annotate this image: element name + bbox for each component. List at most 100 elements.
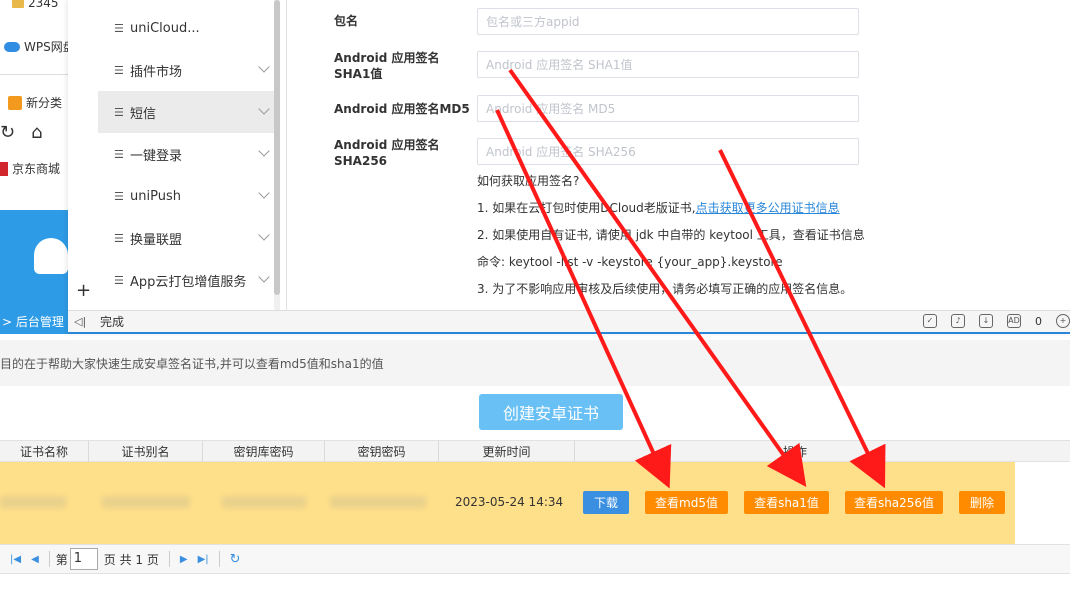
download-icon[interactable]: ↓ xyxy=(979,314,993,328)
help-step-1: 1. 如果在云打包时使用DCloud老版证书,点击获取更多公用证书信息 xyxy=(477,199,840,216)
pagination-bar: |◀ ◀ 第 1 页 共 1 页 ▶ ▶| ↻ xyxy=(0,544,1070,574)
download-button[interactable]: 下载 xyxy=(583,491,629,514)
list-icon: ☰ xyxy=(114,63,124,77)
cloud-icon xyxy=(34,238,68,274)
list-icon: ☰ xyxy=(114,231,124,245)
bg-item-label: 新分类 xyxy=(26,96,63,110)
category-icon xyxy=(8,95,22,110)
jd-icon xyxy=(0,161,8,176)
first-page-icon[interactable]: |◀ xyxy=(10,554,21,565)
blurred-key-password xyxy=(330,496,426,508)
background-desktop-strip: 2345 WPS网盘 新分类 ↻ ⌂ 京东商城 > 后台管理 xyxy=(0,0,75,334)
refresh-icon[interactable]: ↻ xyxy=(0,122,15,143)
breadcrumb: > 后台管理 xyxy=(0,306,68,334)
menu-item-label: 插件市场 xyxy=(130,64,183,80)
bg-item-label: 京东商城 xyxy=(12,162,61,176)
list-icon: ☰ xyxy=(114,147,124,161)
col-updated: 更新时间 xyxy=(438,441,574,463)
last-page-icon[interactable]: ▶| xyxy=(198,554,209,565)
sha256-input[interactable]: Android 应用签名 SHA256 xyxy=(477,138,859,165)
status-icons: ✓ ♪ ↓ AD 0 + xyxy=(923,314,1070,328)
next-page-icon[interactable]: ▶ xyxy=(180,554,188,565)
view-sha256-button[interactable]: 查看sha256值 xyxy=(845,491,943,514)
bg-item-label: 2345 xyxy=(28,0,59,10)
sha1-label: Android 应用签名SHA1值 xyxy=(334,51,440,81)
menu-item-label: 短信 xyxy=(130,106,157,122)
sha256-label: Android 应用签名SHA256 xyxy=(334,138,440,168)
breadcrumb-label: 后台管理 xyxy=(15,315,64,329)
side-menu: ☰ uniCloud... ☰ 插件市场 ☰ 短信 ☰ 一键登录 ☰ uniPu… xyxy=(98,0,274,310)
menu-item-label: uniCloud... xyxy=(130,20,200,36)
package-label: 包名 xyxy=(334,14,359,28)
signature-form: 包名 包名或三方appid Android 应用签名SHA1值 Android … xyxy=(288,0,1070,310)
md5-input[interactable]: Android 应用签名 MD5 xyxy=(477,95,859,122)
list-icon: ☰ xyxy=(114,273,124,287)
blurred-keystore-password xyxy=(222,496,306,508)
menu-item-label: 换量联盟 xyxy=(130,232,183,248)
bg-item-new-category[interactable]: 新分类 xyxy=(8,94,62,111)
menu-scrollbar[interactable] xyxy=(274,0,280,310)
divider xyxy=(168,551,170,567)
col-actions: 操作 xyxy=(574,441,1015,463)
menu-item-cloud-pack-services[interactable]: ☰ App云打包增值服务 xyxy=(98,259,274,301)
blurred-cert-name xyxy=(0,496,66,508)
popup-window: + ☰ uniCloud... ☰ 插件市场 ☰ 短信 ☰ 一键登录 ☰ uni… xyxy=(68,0,1070,334)
menu-item-label: uniPush xyxy=(130,188,181,204)
shield-icon[interactable]: ✓ xyxy=(923,314,937,328)
help-step-1-text: 1. 如果在云打包时使用DCloud老版证书, xyxy=(477,201,696,215)
list-icon: ☰ xyxy=(114,105,124,119)
status-text: 完成 xyxy=(100,315,125,329)
popup-left-gutter: + xyxy=(68,0,98,310)
divider xyxy=(0,74,68,75)
menu-item-plugin-market[interactable]: ☰ 插件市场 xyxy=(98,49,274,91)
refresh-icon[interactable]: ↻ xyxy=(230,552,241,567)
help-step-3: 3. 为了不影响应用审核及后续使用，请务必填写正确的应用签名信息。 xyxy=(477,282,853,296)
table-header: 证书名称 证书别名 密钥库密码 密钥密码 更新时间 操作 xyxy=(0,440,1070,463)
menu-item-unicloud[interactable]: ☰ uniCloud... xyxy=(98,7,274,49)
help-step-2: 2. 如果使用自有证书, 请使用 jdk 中自带的 keytool 工具，查看证… xyxy=(477,228,865,242)
sidebar-toggle-icon[interactable]: ◁| xyxy=(74,315,88,328)
divider xyxy=(48,551,50,567)
view-sha1-button[interactable]: 查看sha1值 xyxy=(744,491,829,514)
package-input[interactable]: 包名或三方appid xyxy=(477,8,859,35)
col-cert-name: 证书名称 xyxy=(19,445,68,459)
screenshot-root: 2345 WPS网盘 新分类 ↻ ⌂ 京东商城 > 后台管理 + ☰ uniCl… xyxy=(0,0,1070,604)
view-md5-button[interactable]: 查看md5值 xyxy=(645,491,728,514)
bg-item-wps[interactable]: WPS网盘 xyxy=(4,38,75,55)
help-command: 命令: keytool -list -v -keystore {your_app… xyxy=(477,255,783,269)
page-description: 目的在于帮助大家快速生成安卓签名证书,并可以查看md5值和sha1的值 xyxy=(0,340,1070,386)
public-cert-link[interactable]: 点击获取更多公用证书信息 xyxy=(696,201,840,215)
page-prefix: 第 xyxy=(55,552,68,567)
cloud-icon xyxy=(4,41,20,52)
plus-icon[interactable]: + xyxy=(76,282,91,300)
create-cert-button[interactable]: 创建安卓证书 xyxy=(479,394,623,430)
zoom-icon[interactable]: + xyxy=(1056,314,1070,328)
bg-item-2345[interactable]: 2345 xyxy=(12,0,59,10)
page-number-input[interactable]: 1 xyxy=(69,548,98,570)
menu-item-traffic-alliance[interactable]: ☰ 换量联盟 xyxy=(98,217,274,259)
bg-item-jd[interactable]: 京东商城 xyxy=(0,160,60,177)
list-icon: ☰ xyxy=(114,189,124,203)
speaker-icon[interactable]: ♪ xyxy=(951,314,965,328)
delete-button[interactable]: 删除 xyxy=(959,491,1005,514)
status-bar: ◁| 完成 ✓ ♪ ↓ AD 0 + xyxy=(68,310,1070,332)
bg-nav-buttons: ↻ ⌂ xyxy=(0,122,43,143)
prev-page-icon[interactable]: ◀ xyxy=(31,554,39,565)
menu-item-one-click-login[interactable]: ☰ 一键登录 xyxy=(98,133,274,175)
home-icon[interactable]: ⌂ xyxy=(31,122,42,143)
folder-icon xyxy=(12,0,24,8)
list-icon: ☰ xyxy=(114,21,124,35)
adblock-icon[interactable]: AD xyxy=(1007,314,1021,328)
menu-scrollbar-thumb[interactable] xyxy=(274,0,280,295)
chevron-down-icon xyxy=(258,145,270,157)
col-key-password: 密钥密码 xyxy=(324,441,438,463)
menu-item-unipush[interactable]: ☰ uniPush xyxy=(98,175,274,217)
menu-item-label: App云打包增值服务 xyxy=(130,274,247,290)
help-title: 如何获取应用签名? xyxy=(477,174,580,188)
menu-item-sms[interactable]: ☰ 短信 xyxy=(98,91,274,133)
sha1-input[interactable]: Android 应用签名 SHA1值 xyxy=(477,51,859,78)
adblock-count: 0 xyxy=(1035,314,1042,328)
page-total: 页 共 1 页 xyxy=(103,552,159,567)
blurred-cert-alias xyxy=(102,496,190,508)
chevron-down-icon xyxy=(258,187,270,199)
